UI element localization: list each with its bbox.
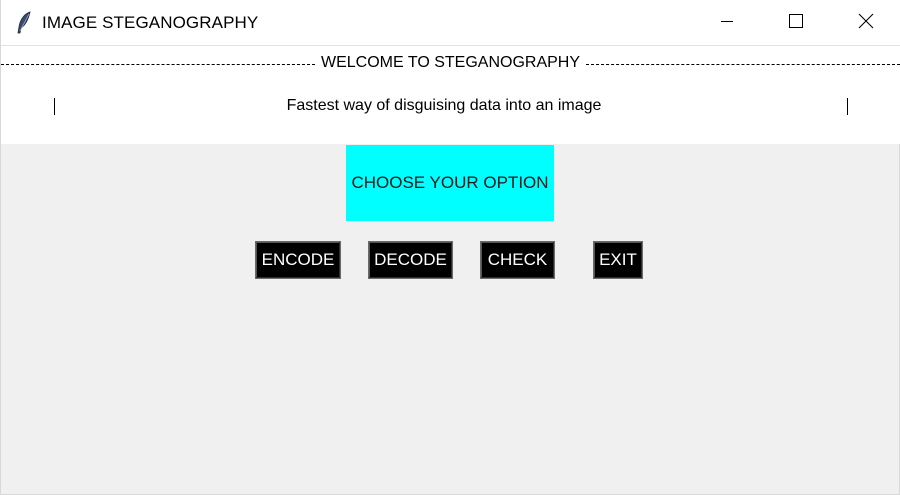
- maximize-button[interactable]: [773, 0, 819, 46]
- right-bar-divider: [847, 98, 848, 115]
- choose-option-text: CHOOSE YOUR OPTION: [351, 173, 549, 192]
- welcome-title: WELCOME TO STEGANOGRAPHY: [321, 54, 581, 71]
- decode-button[interactable]: DECODE: [368, 241, 453, 279]
- encode-button[interactable]: ENCODE: [255, 241, 341, 279]
- tagline: Fastest way of disguising data into an i…: [286, 97, 602, 114]
- exit-button[interactable]: EXIT: [593, 241, 643, 279]
- feather-icon: [15, 11, 35, 35]
- app-window: IMAGE STEGANOGRAPHY WELCOME TO STEGANOGR…: [0, 0, 900, 495]
- check-button[interactable]: CHECK: [480, 241, 555, 279]
- welcome-banner: WELCOME TO STEGANOGRAPHY: [1, 54, 900, 71]
- close-icon: [858, 13, 874, 33]
- maximize-icon: [788, 13, 804, 33]
- window-title: IMAGE STEGANOGRAPHY: [42, 13, 259, 32]
- close-button[interactable]: [843, 0, 889, 46]
- title-bar[interactable]: IMAGE STEGANOGRAPHY: [1, 0, 900, 46]
- minimize-icon: [719, 13, 735, 33]
- dashed-divider-right: [586, 63, 900, 65]
- dashed-divider-left: [1, 63, 315, 65]
- choose-option-label: CHOOSE YOUR OPTION: [346, 145, 554, 221]
- header-panel: WELCOME TO STEGANOGRAPHY Fastest way of …: [1, 46, 900, 144]
- minimize-button[interactable]: [704, 0, 750, 46]
